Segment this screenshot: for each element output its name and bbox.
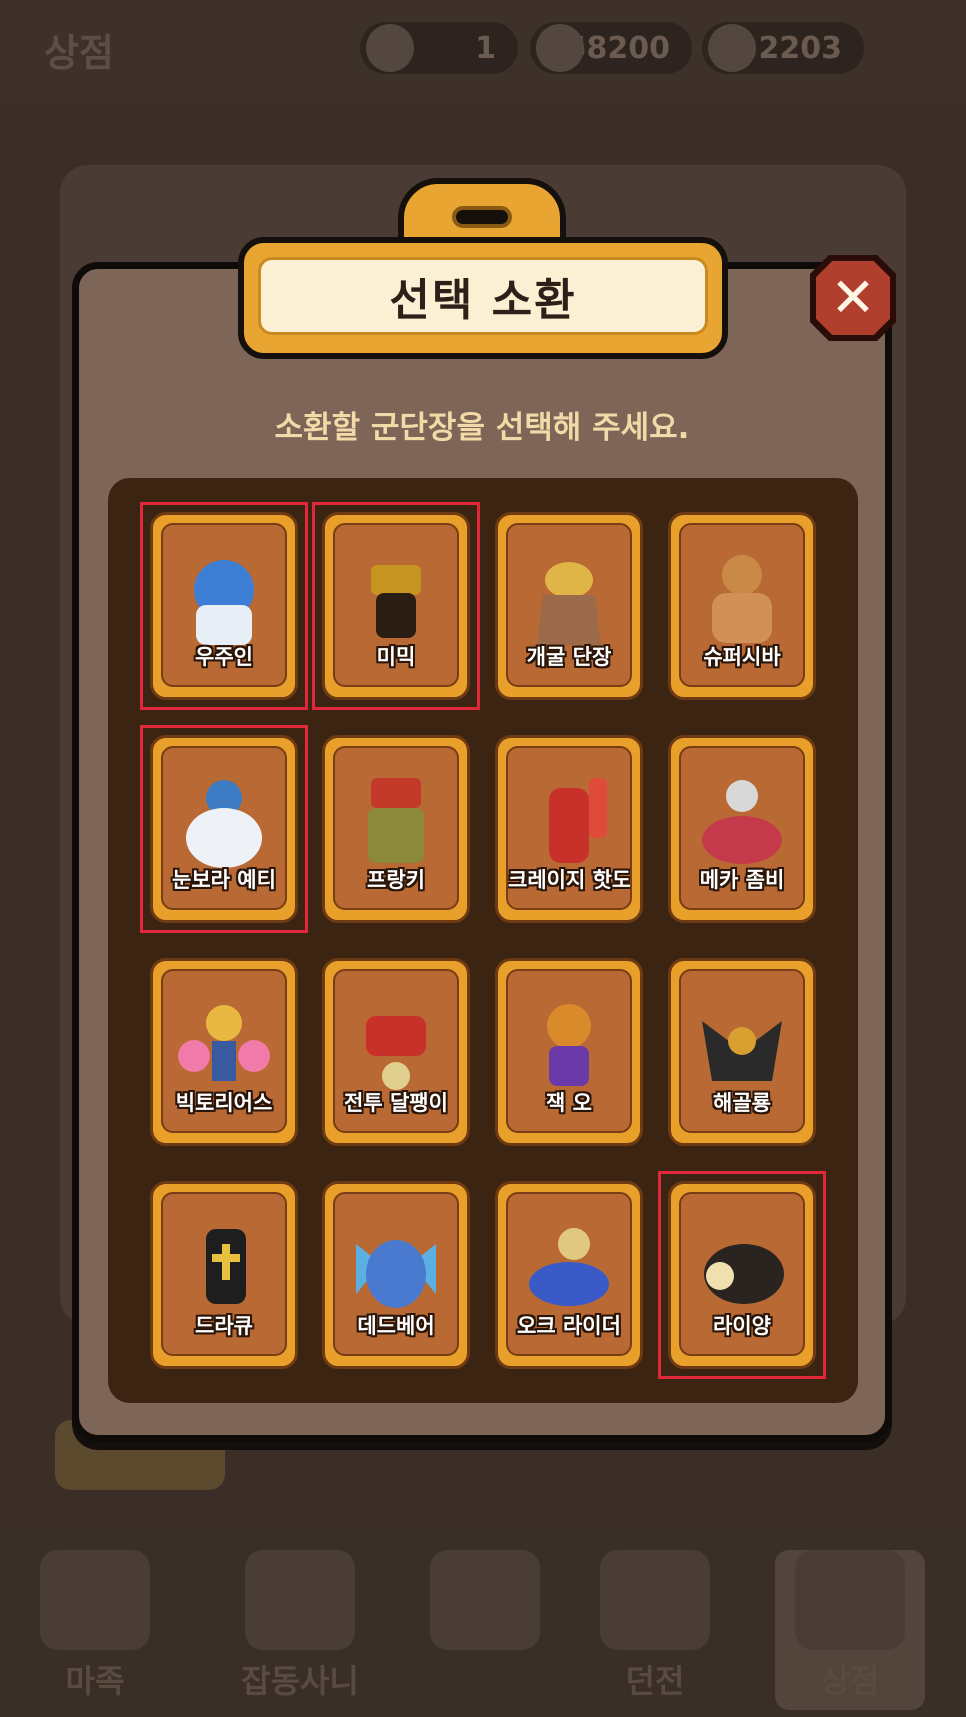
mimic-icon: [371, 565, 421, 638]
hero-card[interactable]: 잭 오: [495, 958, 643, 1146]
lion-sheep-icon: [704, 1244, 784, 1304]
hero-card[interactable]: 눈보라 예티: [150, 735, 298, 923]
hero-card[interactable]: 전투 달팽이: [322, 958, 470, 1146]
gem-icon: [708, 24, 756, 72]
hero-card[interactable]: 크레이지 핫도그: [495, 735, 643, 923]
hero-name: 드라큐: [195, 1314, 253, 1338]
dungeon-icon: [600, 1550, 710, 1650]
dead-bear-icon: [356, 1240, 436, 1308]
gem-value: 2203: [758, 30, 843, 66]
hero-card[interactable]: 해골룡: [668, 958, 816, 1146]
hero-name: 개굴 단장: [526, 645, 612, 669]
modal-title: 선택 소환: [389, 275, 577, 326]
hero-card[interactable]: 라이양: [668, 1181, 816, 1369]
hero-name: 크레이지 핫도그: [508, 868, 632, 892]
hero-card[interactable]: 메카 좀비: [668, 735, 816, 923]
hero-name: 슈퍼시바: [703, 645, 781, 669]
title-plate: 선택 소환: [238, 237, 728, 359]
ticket-icon: [366, 24, 414, 72]
shop-icon: [795, 1550, 905, 1650]
dracu-icon: [206, 1229, 246, 1304]
hero-name: 데드베어: [357, 1314, 435, 1338]
hero-card[interactable]: 빅토리어스: [150, 958, 298, 1146]
modal-subtitle: 소환할 군단장을 선택해 주세요.: [274, 410, 690, 446]
nav-tribe[interactable]: 마족: [20, 1550, 170, 1710]
hero-card[interactable]: 개굴 단장: [495, 512, 643, 700]
hero-name: 메카 좀비: [699, 868, 785, 892]
franky-icon: [368, 778, 424, 863]
nav-battle[interactable]: [410, 1550, 560, 1710]
super-shiba-icon: [712, 555, 772, 643]
astronaut-icon: [194, 560, 254, 645]
top-bar: 상점 1 58200 2203: [0, 0, 966, 105]
hero-name: 우주인: [195, 645, 253, 669]
close-icon: ✕: [830, 266, 876, 329]
close-button[interactable]: ✕: [816, 261, 890, 335]
bone-dragon-icon: [702, 1021, 782, 1081]
nav-label: 상점: [820, 1662, 880, 1700]
nav-label: 잡동사니: [241, 1662, 359, 1700]
hero-card[interactable]: 우주인: [150, 512, 298, 700]
hero-name: 눈보라 예티: [172, 868, 276, 892]
hero-name: 오크 라이더: [517, 1314, 621, 1338]
gold-coin-icon: [536, 24, 584, 72]
nav-dungeon[interactable]: 던전: [580, 1550, 730, 1710]
page-title: 상점: [44, 31, 114, 75]
battle-icon: [430, 1550, 540, 1650]
blizzard-yeti-icon: [186, 780, 262, 868]
crazy-hotdog-icon: [549, 778, 607, 863]
hero-name: 라이양: [713, 1314, 771, 1338]
nav-label: 던전: [625, 1662, 685, 1700]
hero-name: 미믹: [376, 645, 416, 669]
hero-card[interactable]: 오크 라이더: [495, 1181, 643, 1369]
gold-counter: 58200: [530, 22, 692, 74]
ticket-value: 1: [475, 30, 496, 66]
hero-card[interactable]: 드라큐: [150, 1181, 298, 1369]
orc-rider-icon: [529, 1228, 609, 1306]
ticket-counter: 1: [360, 22, 518, 74]
hero-name: 전투 달팽이: [344, 1091, 448, 1115]
frog-captain-icon: [537, 562, 601, 645]
hero-name: 빅토리어스: [175, 1091, 273, 1115]
mecha-zombie-icon: [702, 780, 782, 864]
junk-icon: [245, 1550, 355, 1650]
nav-junk[interactable]: 잡동사니: [205, 1550, 395, 1710]
battle-snail-icon: [366, 1016, 426, 1090]
hero-name: 해골룡: [713, 1091, 771, 1115]
hero-name: 잭 오: [546, 1091, 592, 1115]
victorious-icon: [178, 1005, 270, 1081]
hero-card[interactable]: 미믹: [322, 512, 470, 700]
gem-counter: 2203: [702, 22, 864, 74]
hero-card[interactable]: 데드베어: [322, 1181, 470, 1369]
hero-card[interactable]: 프랑키: [322, 735, 470, 923]
tribe-icon: [40, 1550, 150, 1650]
nav-shop[interactable]: 상점: [775, 1550, 925, 1710]
hero-name: 프랑키: [367, 868, 425, 892]
jack-o-icon: [547, 1004, 591, 1086]
nav-label: 마족: [65, 1662, 125, 1700]
hero-card[interactable]: 슈퍼시바: [668, 512, 816, 700]
